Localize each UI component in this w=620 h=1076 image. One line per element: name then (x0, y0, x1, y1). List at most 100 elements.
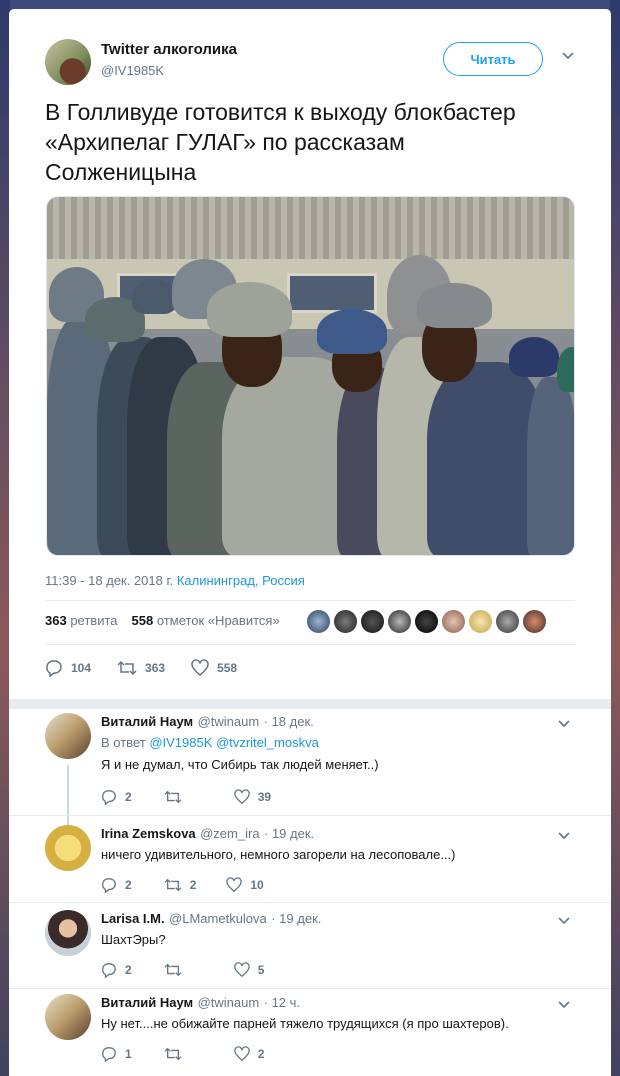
in-reply-to: В ответ @IV1985K @tvzritel_moskva (101, 735, 319, 750)
reply-author-handle[interactable]: @twinaum (198, 714, 260, 729)
retweet-action[interactable]: 2 (164, 877, 196, 893)
chevron-down-icon[interactable] (561, 49, 575, 66)
divider (9, 988, 611, 989)
retweet-icon (164, 1046, 182, 1062)
reply-time[interactable]: · 12 ч. (264, 995, 300, 1010)
like-count: 10 (250, 878, 264, 892)
tweet-modal: Twitter алкоголика @IV1985K Читать В Гол… (9, 9, 611, 1076)
reply-item[interactable]: Виталий Наум @twinaum · 12 ч. Ну нет....… (45, 994, 605, 1074)
retweet-icon (164, 877, 182, 893)
reply-author-name[interactable]: Виталий Наум (101, 714, 193, 729)
in-reply-link[interactable]: @tvzritel_moskva (216, 735, 319, 750)
liker-avatar[interactable] (442, 610, 465, 633)
chevron-down-icon[interactable] (557, 914, 571, 931)
reply-text: ничего удивительного, немного загорели н… (101, 847, 456, 862)
like-count: 5 (257, 963, 265, 977)
reply-actions: 2 2 10 (101, 877, 290, 893)
person (527, 377, 574, 555)
tweet-stats: 363 ретвита 558 отметок «Нравится» (45, 613, 280, 628)
like-action[interactable]: 39 (233, 789, 271, 805)
liker-avatar[interactable] (496, 610, 519, 633)
liker-avatar[interactable] (334, 610, 357, 633)
reply-action[interactable]: 2 (101, 962, 132, 978)
reply-icon (45, 659, 63, 677)
avatar[interactable] (45, 713, 91, 759)
tweet-time[interactable]: 11:39 - 18 дек. 2018 г. (45, 573, 173, 588)
reply-action[interactable]: 2 (101, 877, 132, 893)
reply-icon (101, 962, 117, 978)
retweet-icon (164, 789, 182, 805)
reply-actions: 1 2 (101, 1046, 290, 1062)
tweet-location[interactable]: Калининград, Россия (177, 573, 305, 588)
section-separator (9, 699, 611, 709)
reply-time[interactable]: · 19 дек. (264, 826, 314, 841)
retweets-stat[interactable]: 363 ретвита (45, 613, 118, 628)
reply-action[interactable]: 104 (45, 659, 91, 677)
person-hat (207, 282, 292, 337)
avatar[interactable] (45, 994, 91, 1040)
retweet-action[interactable] (164, 789, 190, 805)
reply-icon (101, 1046, 117, 1062)
person-hat (132, 279, 177, 314)
avatar[interactable] (45, 825, 91, 871)
heart-icon (191, 659, 209, 677)
author-name[interactable]: Twitter алкоголика (101, 41, 237, 58)
reply-author-handle[interactable]: @LMametkulova (169, 911, 267, 926)
person-hat (509, 337, 559, 377)
reply-count: 1 (125, 1047, 132, 1061)
liker-avatar[interactable] (361, 610, 384, 633)
retweet-action[interactable] (164, 1046, 190, 1062)
reply-author-name[interactable]: Виталий Наум (101, 995, 193, 1010)
person-hat (317, 309, 387, 354)
reply-author-handle[interactable]: @twinaum (198, 995, 260, 1010)
reply-author-name[interactable]: Larisa I.M. (101, 911, 165, 926)
retweets-label: ретвита (70, 613, 118, 628)
liker-avatar[interactable] (469, 610, 492, 633)
liker-avatar[interactable] (388, 610, 411, 633)
reply-header: Larisa I.M. @LMametkulova · 19 дек. (101, 910, 321, 928)
reply-time[interactable]: · 19 дек. (271, 911, 321, 926)
liker-avatar[interactable] (415, 610, 438, 633)
retweet-icon (164, 962, 182, 978)
reply-author-name[interactable]: Irina Zemskova (101, 826, 196, 841)
reply-actions: 2 39 (101, 789, 297, 805)
avatar[interactable] (45, 39, 91, 85)
chevron-down-icon[interactable] (557, 829, 571, 846)
reply-time[interactable]: · 18 дек. (264, 714, 314, 729)
author-handle[interactable]: @IV1985K (101, 63, 164, 78)
follow-button[interactable]: Читать (443, 42, 543, 76)
reply-author-handle[interactable]: @zem_ira (200, 826, 259, 841)
reply-item[interactable]: Larisa I.M. @LMametkulova · 19 дек. Шахт… (45, 910, 605, 990)
reply-action[interactable]: 2 (101, 789, 132, 805)
liker-avatar[interactable] (307, 610, 330, 633)
reply-item[interactable]: Irina Zemskova @zem_ira · 19 дек. ничего… (45, 825, 605, 905)
retweet-count: 363 (145, 661, 166, 675)
heart-icon (233, 962, 250, 978)
in-reply-link[interactable]: @IV1985K (149, 735, 212, 750)
reply-icon (101, 877, 117, 893)
reply-action[interactable]: 1 (101, 1046, 132, 1062)
reply-text: Ну нет....не обижайте парней тяжело труд… (101, 1016, 509, 1031)
like-action[interactable]: 5 (233, 962, 265, 978)
chevron-down-icon[interactable] (557, 717, 571, 734)
like-count: 2 (257, 1047, 265, 1061)
retweet-action[interactable]: 363 (117, 659, 165, 677)
reply-actions: 2 5 (101, 962, 290, 978)
avatar[interactable] (45, 910, 91, 956)
tweet-photo[interactable] (46, 196, 575, 556)
chevron-down-icon[interactable] (557, 998, 571, 1015)
likers-avatars (307, 610, 546, 633)
tweet-meta: 11:39 - 18 дек. 2018 г. Калининград, Рос… (45, 573, 305, 588)
retweet-action[interactable] (164, 962, 190, 978)
heart-icon (233, 789, 250, 805)
reply-item[interactable]: Виталий Наум @twinaum · 18 дек. В ответ … (45, 713, 605, 813)
like-action[interactable]: 558 (191, 659, 237, 677)
heart-icon (233, 1046, 250, 1062)
like-action[interactable]: 10 (226, 877, 264, 893)
likes-stat[interactable]: 558 отметок «Нравится» (132, 613, 280, 628)
liker-avatar[interactable] (523, 610, 546, 633)
background-right (610, 0, 620, 1076)
tweet-header: Twitter алкоголика @IV1985K Читать (45, 39, 605, 89)
like-action[interactable]: 2 (233, 1046, 265, 1062)
divider (45, 644, 575, 645)
